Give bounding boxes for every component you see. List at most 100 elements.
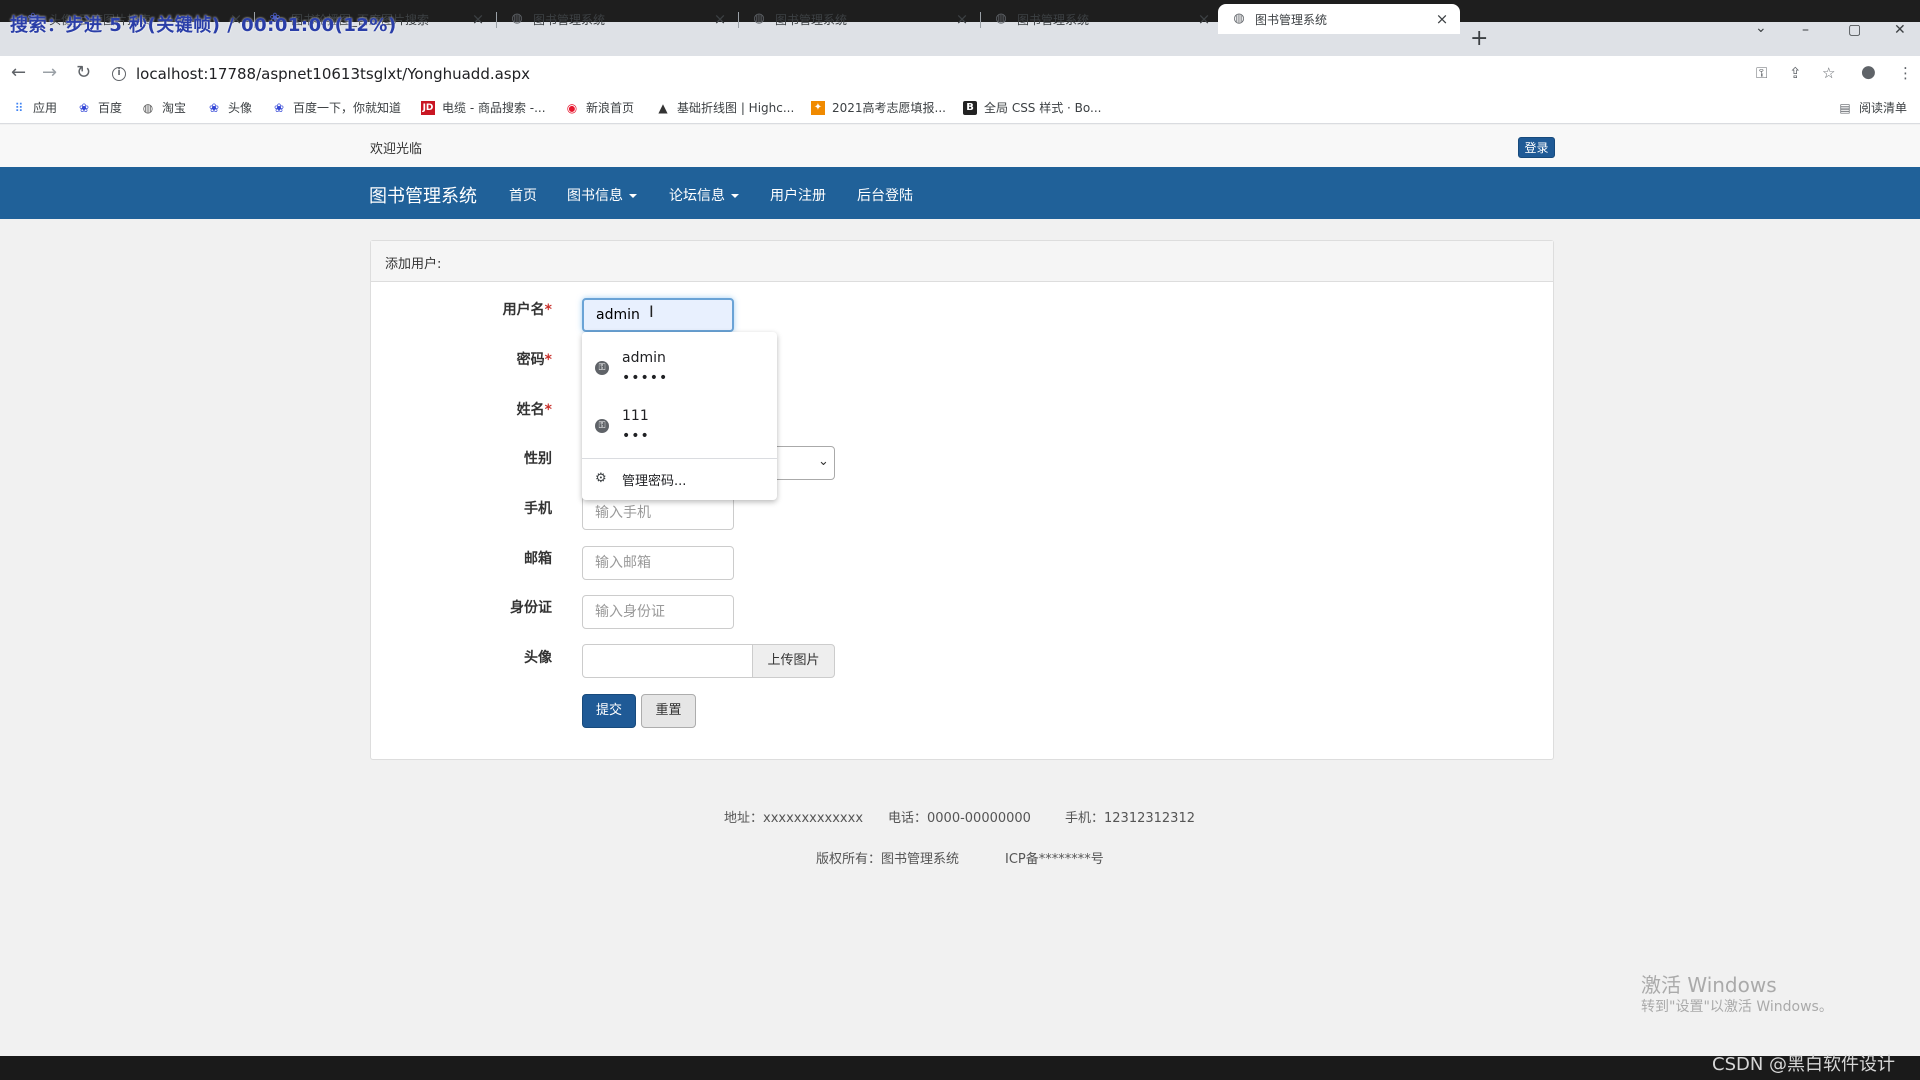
menu-kebab-icon[interactable]: ⋮ [1898,64,1913,82]
close-icon[interactable]: × [1434,10,1450,28]
username-input[interactable]: admin [582,298,734,332]
nav-forum-info[interactable]: 论坛信息 [669,185,739,205]
jd-icon: JD [421,100,435,115]
autofill-password-mask: ••••• [622,370,669,386]
back-arrow-icon[interactable]: ← [11,62,26,83]
csdn-watermark: CSDN @黑白软件设计 [1712,1054,1896,1075]
email-input[interactable]: 输入邮箱 [582,546,734,580]
autofill-suggestion[interactable]: ⚿ 111 ••• [582,396,777,454]
windows-activation-hint: 转到"设置"以激活 Windows。 [1641,999,1833,1015]
footer-icp: ICP备********号 [1005,852,1104,867]
tab-label: 图书管理系统 [1255,12,1328,27]
bookmark-label: 新浪首页 [586,101,635,115]
upload-image-button[interactable]: 上传图片 [752,644,835,678]
school-icon: ✦ [811,100,825,115]
bookmark-apps[interactable]: ⠿ 应用 [12,99,57,116]
autofill-suggestion[interactable]: ⚿ admin ••••• [582,338,777,396]
key-icon[interactable]: ⚿ [1756,64,1767,82]
bookmark-gaokao[interactable]: ✦ 2021高考志愿填报... [811,99,946,116]
footer-address: 地址：xxxxxxxxxxxxx [724,811,864,826]
autofill-username: admin [622,350,666,366]
phone-input[interactable]: 输入手机 [582,496,734,530]
bookmark-baidu[interactable]: ❀ 百度 [77,99,122,116]
reading-list-icon: ▤ [1839,100,1851,115]
password-autofill-dropdown: ⚿ admin ••••• ⚿ 111 ••• ⚙ 管理密码... [582,332,777,500]
tab-label: 图书管理系统 [1017,12,1090,27]
close-icon[interactable]: × [470,10,486,28]
globe-icon: ◍ [511,11,523,26]
panel-heading [371,241,1553,282]
close-icon[interactable]: × [1196,10,1212,28]
reading-list-label: 阅读清单 [1859,101,1908,115]
main-navbar [0,167,1920,219]
text-cursor-icon: I [649,302,654,321]
submit-button[interactable]: 提交 [582,694,636,728]
bookmark-highcharts[interactable]: ▲ 基础折线图 | Highc... [656,99,794,116]
address-field[interactable]: i localhost:17788/aspnet10613tsglxt/Yong… [112,61,1792,87]
window-close-icon[interactable]: ✕ [1894,22,1906,38]
bookmark-label: 全局 CSS 样式 · Bo... [984,101,1102,115]
bookmark-label: 淘宝 [162,101,187,115]
bookmark-label: 2021高考志愿填报... [832,101,946,115]
bookmark-jd[interactable]: JD 电缆 - 商品搜索 -... [421,99,546,116]
chevron-down-icon: ⌄ [818,454,829,469]
bookmark-sina[interactable]: ◉ 新浪首页 [565,99,634,116]
name-label: 姓名* [516,402,552,418]
avatar-path-input[interactable] [582,644,753,678]
nav-user-register[interactable]: 用户注册 [770,185,826,205]
phone-label: 手机 [524,501,552,517]
bootstrap-icon: B [963,100,977,115]
info-icon[interactable]: i [112,67,126,81]
nav-admin-login[interactable]: 后台登陆 [857,185,913,205]
bookmark-label: 应用 [33,101,58,115]
browser-tab[interactable]: ◍ 图书管理系统 × [980,4,1222,34]
idcard-label: 身份证 [510,600,552,616]
idcard-input[interactable]: 输入身份证 [582,595,734,629]
nav-home[interactable]: 首页 [509,185,537,205]
forward-arrow-icon[interactable]: → [42,62,57,83]
new-tab-plus-icon[interactable]: + [1470,26,1488,51]
paw-icon: ❀ [208,100,220,115]
bookmark-taobao[interactable]: ◍ 淘宝 [141,99,186,116]
globe-icon: ◍ [753,11,765,26]
footer-mobile: 手机：12312312312 [1065,811,1195,826]
bookmark-bootstrap[interactable]: B 全局 CSS 样式 · Bo... [963,99,1102,116]
weibo-icon: ◉ [566,100,578,115]
manage-passwords-link[interactable]: 管理密码... [622,470,686,489]
site-brand[interactable]: 图书管理系统 [369,182,477,208]
browser-tab[interactable]: ◍ 图书管理系统 × [738,4,980,34]
reading-list[interactable]: ▤ 阅读清单 [1838,99,1907,116]
browser-tab-active[interactable]: ◍ 图书管理系统 × [1218,4,1460,34]
autofill-password-mask: ••• [622,428,650,444]
nav-label: 图书信息 [567,188,623,204]
browser-tab[interactable]: ◍ 图书管理系统 × [496,4,738,34]
tab-search-chevron-icon[interactable]: ⌄ [1755,20,1767,36]
reload-icon[interactable]: ↻ [76,62,91,83]
caret-down-icon [731,194,739,198]
key-globe-icon: ⚿ [595,419,609,433]
bookmark-label: 头像 [228,101,253,115]
nav-label: 论坛信息 [669,188,725,204]
login-button[interactable]: 登录 [1518,137,1555,158]
share-icon[interactable]: ⇪ [1789,64,1802,82]
highcharts-icon: ▲ [658,100,668,115]
panel-title: 添加用户: [385,257,442,272]
maximize-icon[interactable]: ▢ [1848,22,1861,38]
reset-button[interactable]: 重置 [641,694,696,728]
close-icon[interactable]: × [954,10,970,28]
close-icon[interactable]: × [712,10,728,28]
bookmark-label: 百度一下，你就知道 [293,101,402,115]
star-icon[interactable]: ☆ [1822,64,1835,82]
nav-book-info[interactable]: 图书信息 [567,185,637,205]
key-globe-icon: ⚿ [595,361,609,375]
gender-label: 性别 [524,451,552,467]
paw-icon: ❀ [78,100,90,115]
bookmark-baidu-search[interactable]: ❀ 百度一下，你就知道 [272,99,401,116]
profile-avatar-icon[interactable]: ● [1861,62,1876,82]
bookmark-touxiang[interactable]: ❀ 头像 [207,99,252,116]
autofill-divider [582,458,777,459]
minimize-icon[interactable]: – [1802,22,1809,38]
caret-down-icon [629,194,637,198]
required-mark: * [544,402,552,418]
apps-grid-icon: ⠿ [14,100,24,115]
